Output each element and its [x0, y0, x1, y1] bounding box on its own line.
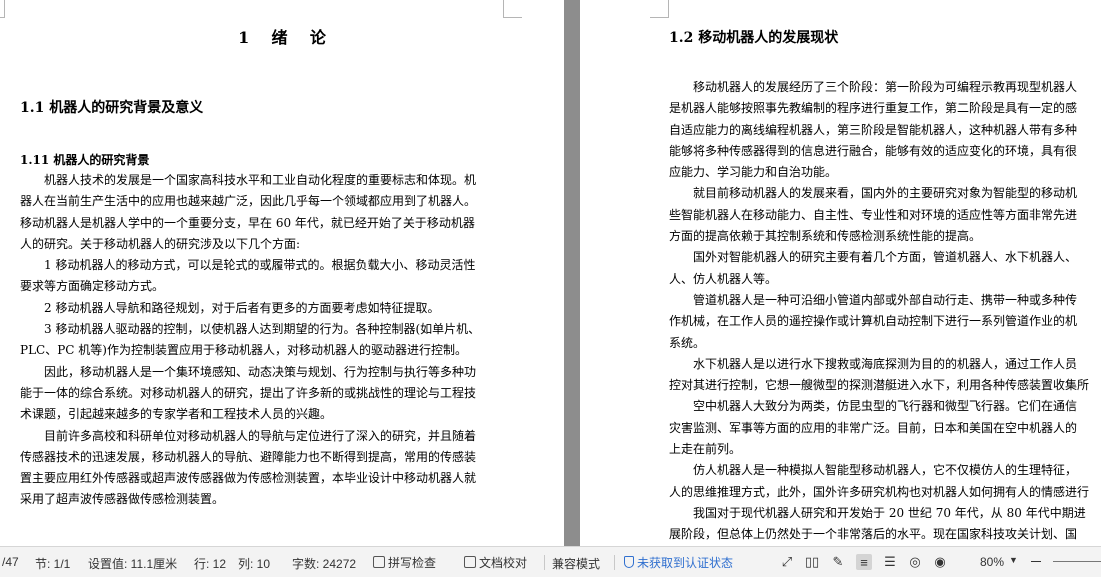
section-title: 1.1 机器人的研究背景及意义 [20, 100, 204, 116]
subsection-title: 1.11 机器人的研究背景 [20, 153, 150, 167]
auth-status-button[interactable]: 未获取到认证状态 [624, 553, 733, 571]
text-line: 方面的提高依赖于其控制系统和传感检测系统性能的提高。 [669, 229, 982, 244]
text-line: 移动机器人是机器人学中的一个重要分支，早在 60 年代，就已经开始了关于移动机器 [20, 215, 475, 230]
margin-corner-mark [650, 0, 669, 18]
text-line: 能于一体的综合系统。对移动机器人的研究，提出了许多新的或挑战性的理论与工程技 [20, 385, 477, 400]
text-line: 器人在当前生产生活中的应用也越来越广泛，因此几乎每一个领域都应用到了机器人。 [20, 194, 477, 209]
text-line: 人的思维推理方式，此外，国外许多研究机构也对机器人如何拥有人的情感进行 [669, 484, 1090, 499]
page-view-icon[interactable]: ≡ [856, 554, 872, 570]
text-line: 展阶段，但总体上仍然处于一个非常落后的水平。现在国家科技攻关计划、国 [669, 527, 1078, 542]
text-line: 人的研究。关于移动机器人的研究涉及以下几个方面: [20, 236, 301, 251]
doc-proof-label: 文档校对 [479, 555, 528, 570]
auth-status-label: 未获取到认证状态 [637, 555, 734, 570]
text-line: 1 移动机器人的移动方式，可以是轮式的或履带式的。根据负载大小、移动灵活性 [44, 258, 476, 273]
text-line: 我国对于现代机器人研究和开发始于 20 世纪 70 年代，从 80 年代中期进 [693, 505, 1086, 520]
spellcheck-label: 拼写检查 [388, 555, 437, 570]
page-indicator[interactable]: /47 [2, 555, 19, 569]
spellcheck-button[interactable]: 拼写检查 [373, 553, 436, 571]
text-line: 2 移动机器人导航和路径规划，对于后者有更多的方面要考虑如特征提取。 [44, 300, 440, 315]
text-line: 上走在前列。 [669, 442, 742, 457]
row-indicator: 行: 12 [194, 557, 227, 571]
text-line: 水下机器人是以进行水下搜救或海底探测为目的的机器人，通过工作人员 [693, 356, 1078, 371]
page-gap [564, 0, 580, 546]
text-line: 些智能机器人在移动能力、自主性、专业性和对环境的适应性等方面非常先进 [669, 207, 1078, 222]
shield-icon [624, 556, 634, 568]
status-bar: /47 节: 1/1 设置值: 11.1厘米 行: 12 列: 10 字数: 2… [0, 546, 1101, 577]
text-line: PLC、PC 机等)作为控制装置应用于移动机器人，对移动机器人的驱动器进行控制。 [20, 343, 467, 358]
text-line: 要求等方面确定移动方式。 [20, 279, 165, 294]
margin-corner-mark [503, 0, 522, 18]
eye-protect-icon[interactable]: ◉ [932, 554, 948, 570]
text-line: 仿人机器人是一种模拟人智能型移动机器人，它不仅模仿人的生理特征， [693, 463, 1078, 478]
text-line: 传感器技术的迅速发展，移动机器人的导航、避障能力也不断得到提高，常用的传感装 [20, 449, 477, 464]
text-line: 机器人技术的发展是一个国家高科技水平和工业自动化程度的重要标志和体现。机 [44, 173, 477, 187]
spellcheck-icon [373, 556, 385, 568]
zoom-out-icon[interactable] [1031, 561, 1041, 562]
proofread-icon [464, 556, 476, 568]
text-line: 系统。 [669, 335, 706, 350]
setting-value[interactable]: 设置值: 11.1厘米 [88, 555, 177, 572]
text-line: 人、仿人机器人等。 [669, 271, 778, 286]
text-line: 目前许多高校和科研单位对移动机器人的导航与定位进行了深入的研究，并且随着 [44, 428, 477, 443]
read-mode-icon[interactable]: ▯▯ [804, 554, 820, 570]
margin-corner-mark [0, 0, 5, 18]
column-indicator: 列: 10 [238, 557, 271, 571]
edit-pen-icon[interactable]: ✎ [830, 554, 846, 570]
compat-mode-label: 兼容模式 [552, 557, 601, 571]
text-line: 置主要应用红外传感器或超声波传感器做为传感检测装置，本毕业设计中移动机器人就 [20, 471, 477, 486]
word-count[interactable]: 字数: 24272 [292, 555, 356, 572]
text-line: 灾害监测、军事等方面的应用的非常广泛。目前，日本和美国在空中机器人的 [669, 420, 1078, 435]
doc-proof-button[interactable]: 文档校对 [464, 553, 527, 571]
text-line: 自适应能力的离线编程机器人，第三阶段是智能机器人，这种机器人带有多种 [669, 122, 1078, 137]
fullscreen-icon[interactable]: ⤢ [779, 554, 795, 570]
zoom-slider[interactable] [1053, 561, 1101, 562]
outline-view-icon[interactable]: ☰ [882, 554, 898, 570]
text-line: 移动机器人的发展经历了三个阶段：第一阶段为可编程示教再现型机器人 [693, 80, 1078, 94]
text-line: 术课题，引起越来越多的专家学者和工程技术人员的兴趣。 [20, 407, 333, 422]
divider [544, 555, 545, 570]
chevron-down-icon[interactable]: ▼ [1009, 555, 1018, 565]
divider [614, 555, 615, 570]
text-line: 空中机器人大致分为两类，仿昆虫型的飞行器和微型飞行器。它们在通信 [693, 399, 1078, 414]
text-line: 控对其进行控制，它想一艘微型的探测潜艇进入水下，利用各种传感装置收集所 [669, 378, 1090, 393]
text-line: 采用了超声波传感器做传感检测装置。 [20, 492, 225, 507]
text-line: 是机器人能够按照事先教编制的程序进行重复工作，第二阶段是具有一定的感 [669, 101, 1078, 116]
section-indicator[interactable]: 节: 1/1 [35, 555, 70, 572]
document-page-right[interactable]: 1.2 移动机器人的发展现状 移动机器人的发展经历了三个阶段：第一阶段为可编程示… [580, 0, 1101, 546]
text-line: 国外对智能机器人的研究主要有着几个方面，管道机器人、水下机器人、 [693, 250, 1078, 265]
text-line: 3 移动机器人驱动器的控制，以使机器人达到期望的行为。各种控制器(如单片机、 [44, 322, 481, 337]
text-line: 因此，移动机器人是一个集环境感知、动态决策与规划、行为控制与执行等多种功 [44, 364, 477, 379]
document-page-left[interactable]: 1 绪 论 1.1 机器人的研究背景及意义 1.11 机器人的研究背景 机器人技… [0, 0, 564, 546]
section-title: 1.2 移动机器人的发展现状 [669, 30, 839, 46]
text-line: 应能力、学习能力和自治功能。 [669, 165, 838, 180]
text-line: 作机械，在工作人员的遥控操作或计算机自动控制下进行一系列管道作业的机 [669, 314, 1078, 329]
body-text: 机器人技术的发展是一个国家高科技水平和工业自动化程度的重要标志和体现。机器人在当… [20, 170, 506, 511]
text-line: 能够将多种传感器得到的信息进行融合，能够有效的适应变化的环境，具有很 [669, 143, 1078, 158]
text-line: 就目前移动机器人的发展来看，国内外的主要研究对象为智能型的移动机 [693, 186, 1078, 201]
document-workspace: 1 绪 论 1.1 机器人的研究背景及意义 1.11 机器人的研究背景 机器人技… [0, 0, 1101, 546]
body-text: 移动机器人的发展经历了三个阶段：第一阶段为可编程示教再现型机器人是机器人能够按照… [669, 77, 1101, 546]
chapter-title: 1 绪 论 [238, 28, 326, 47]
web-view-icon[interactable]: ◎ [907, 554, 923, 570]
zoom-level[interactable]: 80% [980, 555, 1004, 569]
text-line: 管道机器人是一种可沿细小管道内部或外部自动行走、携带一种或多种传 [693, 292, 1078, 307]
